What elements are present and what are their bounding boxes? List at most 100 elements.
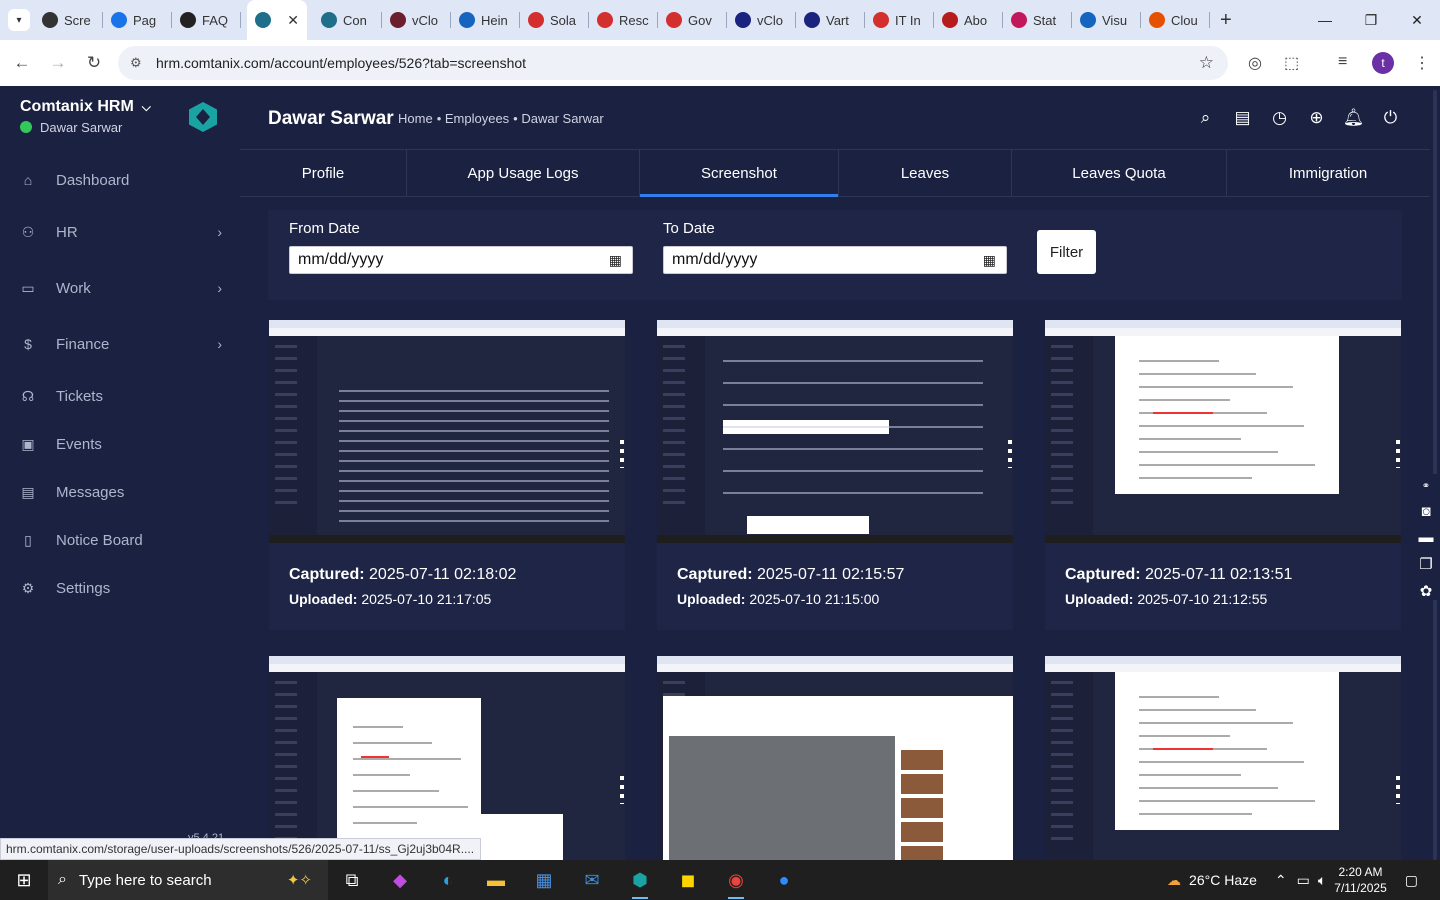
screenshot-thumbnail[interactable] [269, 656, 625, 860]
sidebar-item-events[interactable]: ▣ Events [0, 420, 240, 468]
sidebar-item-hr[interactable]: ⚇ HR › [0, 204, 240, 260]
browser-tab[interactable]: vClo [727, 0, 796, 40]
chevron-up-icon[interactable]: ⌃ [1275, 872, 1287, 889]
screenshot-thumbnail[interactable] [657, 656, 1013, 860]
captured-value: 2025-07-11 02:13:51 [1145, 566, 1293, 583]
browser-tab[interactable]: Vart [796, 0, 865, 40]
tab-leaves-quota[interactable]: Leaves Quota [1012, 150, 1227, 196]
browser-menu-icon[interactable]: ⋮ [1414, 53, 1430, 73]
sidebar-item-finance[interactable]: $ Finance › [0, 316, 240, 372]
browser-tab[interactable]: FAQ [172, 0, 241, 40]
sidebar-item-tickets[interactable]: ☊ Tickets [0, 372, 240, 420]
extensions-icon[interactable]: ⬚ [1284, 53, 1299, 73]
tab-screenshot[interactable]: Screenshot [640, 150, 839, 197]
browser-tab[interactable]: Sola [520, 0, 589, 40]
browser-tab[interactable]: Pag [103, 0, 172, 40]
copilot-icon[interactable]: ◆ [376, 860, 424, 900]
browser-tab[interactable]: Con [313, 0, 382, 40]
browser-tab[interactable]: Stat [1003, 0, 1072, 40]
tab-title: Gov [688, 12, 712, 28]
tab-search-icon[interactable]: ▾ [8, 9, 30, 31]
windows-start-icon[interactable]: ⊞ [0, 860, 48, 900]
tab-immigration[interactable]: Immigration [1227, 150, 1429, 196]
task-view-icon[interactable]: ⧉ [328, 860, 376, 900]
taskbar-search-placeholder: Type here to search [78, 871, 212, 889]
sidebar-item-notice-board[interactable]: ▯ Notice Board [0, 516, 240, 564]
clock-icon[interactable]: ◷ [1270, 108, 1289, 127]
tab-app-usage-logs[interactable]: App Usage Logs [407, 150, 640, 196]
volume-icon[interactable]: 🔈︎ [1318, 872, 1326, 889]
browser-tab[interactable]: Hein [451, 0, 520, 40]
site-info-icon[interactable]: ⚙ [130, 55, 142, 71]
network-icon[interactable]: ▭ [1297, 872, 1310, 889]
camera-icon[interactable]: ◙ [1417, 503, 1435, 520]
translate-icon[interactable]: ◎ [1248, 53, 1262, 73]
close-window-icon[interactable]: ✕ [1394, 0, 1440, 40]
new-tab-icon[interactable]: + [1220, 9, 1232, 32]
browser-tab[interactable]: Abo [934, 0, 1003, 40]
add-circle-icon[interactable]: ⊕ [1307, 108, 1326, 127]
store-icon[interactable]: ▦ [520, 860, 568, 900]
chrome-icon[interactable]: ◉ [712, 860, 760, 900]
screenshot-thumbnail[interactable] [657, 320, 1013, 543]
tab-leaves[interactable]: Leaves [839, 150, 1012, 196]
filter-button[interactable]: Filter [1037, 230, 1096, 274]
maximize-icon[interactable]: ❐ [1348, 0, 1394, 40]
minimize-icon[interactable]: — [1302, 0, 1348, 40]
browser-tab-strip: ▾ Scre Pag FAQ ✕ Con vClo Hein Sola Resc Gov vClo V… [0, 0, 1440, 40]
file-explorer-icon[interactable]: ▬ [472, 860, 520, 900]
calendar-icon[interactable]: ▦ [983, 252, 996, 269]
sidebar-item-settings[interactable]: ⚙ Settings [0, 564, 240, 612]
app-switcher[interactable]: Comtanix HRM ⌵ [20, 98, 151, 116]
breadcrumb-home[interactable]: Home [398, 111, 433, 126]
screenshot-thumbnail[interactable] [1045, 656, 1401, 860]
forward-icon[interactable]: → [40, 53, 76, 73]
from-date-input[interactable]: mm/dd/yyyy ▦ [289, 246, 633, 274]
sidebar-item-dashboard[interactable]: ⌂ Dashboard [0, 156, 240, 204]
gear-icon[interactable]: ✿ [1417, 582, 1435, 600]
screenshot-thumbnail[interactable] [269, 320, 625, 543]
browser-tab[interactable]: IT In [865, 0, 934, 40]
window-icon[interactable]: ❐ [1417, 555, 1435, 573]
browser-tab[interactable]: Scre [34, 0, 103, 40]
reload-icon[interactable]: ↻ [76, 53, 112, 73]
calendar-icon[interactable]: ▦ [609, 252, 622, 269]
weather-text[interactable]: 26°C Haze [1189, 872, 1257, 888]
zoom-icon[interactable]: ● [760, 860, 808, 900]
browser-tab[interactable]: Resc [589, 0, 658, 40]
screenshot-thumbnail[interactable] [1045, 320, 1401, 543]
browser-tab[interactable]: ✕ [247, 0, 307, 40]
sidebar-item-work[interactable]: ▭ Work › [0, 260, 240, 316]
link-icon[interactable]: ⚭ [1417, 478, 1435, 494]
power-icon[interactable]: ⏻ [1381, 108, 1400, 127]
uploaded-label: Uploaded: [1065, 591, 1134, 607]
bookmark-star-icon[interactable]: ☆ [1199, 53, 1214, 73]
comtanix-app-icon[interactable]: ⬢ [616, 860, 664, 900]
to-date-input[interactable]: mm/dd/yyyy ▦ [663, 246, 1007, 274]
tab-profile[interactable]: Profile [240, 150, 407, 196]
sticky-notes-icon[interactable]: ◼ [664, 860, 712, 900]
search-icon[interactable]: ⌕ [1196, 108, 1215, 127]
notification-icon[interactable]: ▢ [1405, 872, 1418, 889]
browser-tab[interactable]: Clou [1141, 0, 1210, 40]
bell-icon[interactable]: 🔔︎ [1343, 108, 1365, 127]
edge-icon[interactable]: ◐ [424, 860, 472, 900]
browser-tab[interactable]: Visu [1072, 0, 1141, 40]
clock[interactable]: 2:20 AM 7/11/2025 [1334, 864, 1387, 896]
media-control-icon[interactable]: ≡ [1338, 53, 1347, 71]
sidebar-item-messages[interactable]: ▤ Messages [0, 468, 240, 516]
mail-icon[interactable]: ✉ [568, 860, 616, 900]
captured-timestamp: Captured: 2025-07-11 02:15:57 [677, 566, 904, 584]
chevron-right-icon: › [217, 224, 222, 240]
video-icon[interactable]: ▬ [1417, 529, 1435, 546]
taskbar-search[interactable]: ⌕ Type here to search ✦✧ [48, 860, 328, 900]
close-tab-icon[interactable]: ✕ [287, 12, 299, 29]
back-icon[interactable]: ← [4, 53, 40, 73]
url-input[interactable]: ⚙ hrm.comtanix.com/account/employees/526… [118, 46, 1228, 80]
sticky-note-icon[interactable]: ▤ [1233, 108, 1252, 127]
browser-tab[interactable]: vClo [382, 0, 451, 40]
page-scrollbar[interactable] [1430, 86, 1440, 860]
browser-tab[interactable]: Gov [658, 0, 727, 40]
profile-avatar[interactable]: t [1372, 52, 1394, 74]
breadcrumb-employees[interactable]: Employees [445, 111, 509, 126]
